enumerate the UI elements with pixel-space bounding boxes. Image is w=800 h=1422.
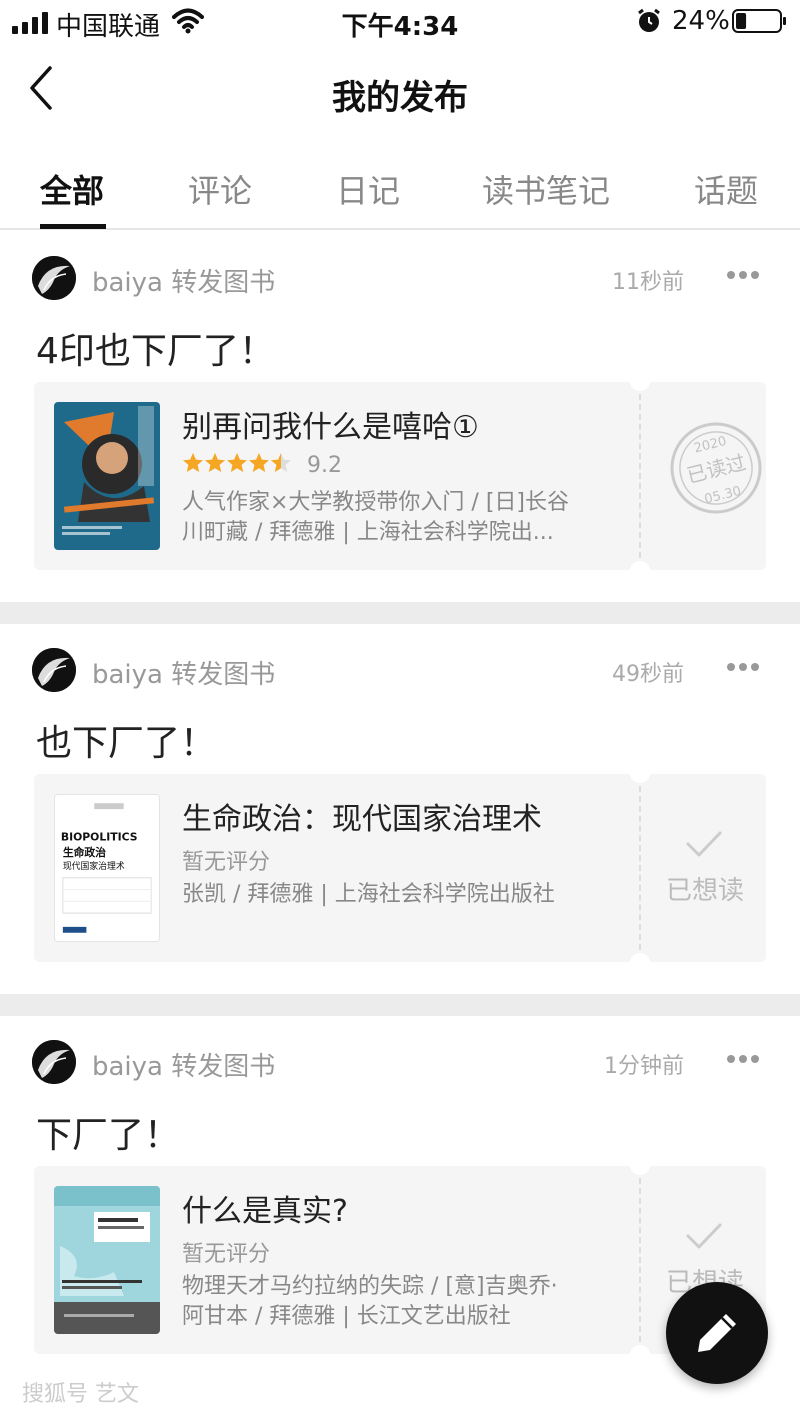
star-icon — [227, 453, 247, 472]
book-cover[interactable]: BIOPOLITICS 生命政治 现代国家治理术 — [54, 794, 160, 942]
section-separator — [0, 994, 800, 1016]
tab-all[interactable]: 全部 — [40, 166, 104, 212]
book-cover[interactable] — [54, 402, 160, 550]
book-meta-line: 张凯 / 拜德雅 | 上海社会科学院出版社 — [182, 882, 555, 907]
avatar[interactable] — [32, 648, 76, 692]
book-cover-image — [54, 1186, 160, 1334]
post-timestamp: 11秒前 — [612, 270, 684, 295]
active-tab-indicator — [40, 224, 106, 229]
book-rating: 暂无评分 — [182, 850, 271, 875]
book-card[interactable]: BIOPOLITICS 生命政治 现代国家治理术 生命政治：现代国家治理术 暂无… — [34, 765, 766, 971]
card-notch — [630, 953, 650, 971]
post-action: 转发图书 — [171, 660, 276, 690]
book-cover-image — [54, 402, 160, 550]
post-timestamp: 49秒前 — [612, 662, 684, 687]
book-meta-line: 川町藏 / 拜德雅 | 上海社会科学院出... — [182, 520, 554, 545]
post-author-line: baiya 转发图书 — [92, 262, 275, 299]
rating-value: 9.2 — [307, 453, 342, 478]
more-icon[interactable] — [726, 662, 760, 672]
username[interactable]: baiya — [92, 1052, 163, 1082]
post-text: 4印也下厂了！ — [36, 331, 275, 372]
star-icon — [271, 453, 291, 472]
avatar-image — [32, 648, 76, 692]
tab-reading-notes[interactable]: 读书笔记 — [482, 166, 610, 212]
book-rating: 暂无评分 — [182, 1242, 271, 1267]
star-icon — [249, 453, 269, 472]
alarm-icon — [638, 8, 660, 32]
stamp-label: 已读过 — [684, 450, 748, 488]
tab-diary[interactable]: 日记 — [336, 166, 400, 212]
post-timestamp: 1分钟前 — [604, 1054, 684, 1079]
status-bar: 中国联通 下午4:34 24% — [0, 0, 800, 44]
check-icon[interactable] — [684, 828, 724, 860]
card-notch — [630, 561, 650, 579]
battery-percent: 24% — [672, 6, 730, 36]
book-title[interactable]: 什么是真实? — [182, 1186, 348, 1230]
avatar-image — [32, 1040, 76, 1084]
want-to-read-button[interactable]: 已想读 — [644, 870, 766, 907]
username[interactable]: baiya — [92, 660, 163, 690]
book-title[interactable]: 生命政治：现代国家治理术 — [182, 794, 542, 838]
post-text: 下厂了！ — [36, 1115, 181, 1156]
book-rating: 9.2 — [182, 452, 342, 480]
tab-bar: 全部 评论 日记 读书笔记 话题 — [0, 136, 800, 230]
book-meta: 张凯 / 拜德雅 | 上海社会科学院出版社 — [182, 880, 622, 910]
book-meta-line: 物理天才马约拉纳的失踪 / [意]吉奥乔· — [182, 1274, 558, 1299]
post-action: 转发图书 — [171, 1052, 276, 1082]
check-icon[interactable] — [684, 1220, 724, 1252]
page-title: 我的发布 — [332, 78, 468, 118]
card-notch — [630, 1345, 650, 1363]
book-card[interactable]: 什么是真实? 暂无评分 物理天才马约拉纳的失踪 / [意]吉奥乔· 阿甘本 / … — [34, 1157, 766, 1363]
read-stamp: 2020 已读过 05.30 — [670, 422, 762, 514]
post-text: 也下厂了！ — [36, 723, 217, 764]
book-meta-line: 阿甘本 / 拜德雅 | 长江文艺出版社 — [182, 1304, 511, 1329]
book-meta: 人气作家×大学教授带你入门 / [日]长谷 川町藏 / 拜德雅 | 上海社会科学… — [182, 488, 622, 548]
card-notch — [630, 1157, 650, 1175]
section-separator — [0, 602, 800, 624]
star-icon — [205, 453, 225, 472]
avatar[interactable] — [32, 256, 76, 300]
cover-text-en: BIOPOLITICS — [61, 831, 138, 844]
more-icon[interactable] — [726, 270, 760, 280]
cover-text-cn: 现代国家治理术 — [63, 860, 125, 872]
avatar[interactable] — [32, 1040, 76, 1084]
more-icon[interactable] — [726, 1054, 760, 1064]
pencil-icon — [698, 1314, 736, 1352]
rating-stars — [182, 452, 292, 480]
card-notch — [630, 373, 650, 391]
book-cover[interactable] — [54, 1186, 160, 1334]
card-divider — [639, 394, 641, 558]
star-icon — [183, 453, 203, 472]
card-divider — [639, 786, 641, 950]
book-cover-image: BIOPOLITICS 生命政治 现代国家治理术 — [55, 795, 159, 941]
compose-button[interactable] — [666, 1282, 768, 1384]
post-item[interactable]: baiya 转发图书 11秒前 4印也下厂了！ 别再问我什么是嘻哈① 9.2 人… — [0, 232, 800, 602]
watermark: 搜狐号 艺文 — [22, 1382, 139, 1407]
card-divider — [639, 1178, 641, 1342]
navigation-bar: 我的发布 — [0, 44, 800, 136]
cover-text-cn: 生命政治 — [63, 846, 106, 859]
tab-comments[interactable]: 评论 — [188, 166, 252, 212]
book-meta: 物理天才马约拉纳的失踪 / [意]吉奥乔· 阿甘本 / 拜德雅 | 长江文艺出版… — [182, 1272, 622, 1332]
avatar-image — [32, 256, 76, 300]
book-card[interactable]: 别再问我什么是嘻哈① 9.2 人气作家×大学教授带你入门 / [日]长谷 川町藏… — [34, 373, 766, 579]
post-author-line: baiya 转发图书 — [92, 1046, 275, 1083]
tab-topics[interactable]: 话题 — [694, 166, 758, 212]
card-notch — [630, 765, 650, 783]
post-item[interactable]: baiya 转发图书 49秒前 也下厂了！ BIOPOLITICS 生命政治 现… — [0, 624, 800, 994]
battery-icon — [732, 9, 786, 33]
post-action: 转发图书 — [171, 268, 276, 298]
book-title[interactable]: 别再问我什么是嘻哈① — [182, 402, 479, 446]
book-meta-line: 人气作家×大学教授带你入门 / [日]长谷 — [182, 490, 569, 515]
username[interactable]: baiya — [92, 268, 163, 298]
post-author-line: baiya 转发图书 — [92, 654, 275, 691]
